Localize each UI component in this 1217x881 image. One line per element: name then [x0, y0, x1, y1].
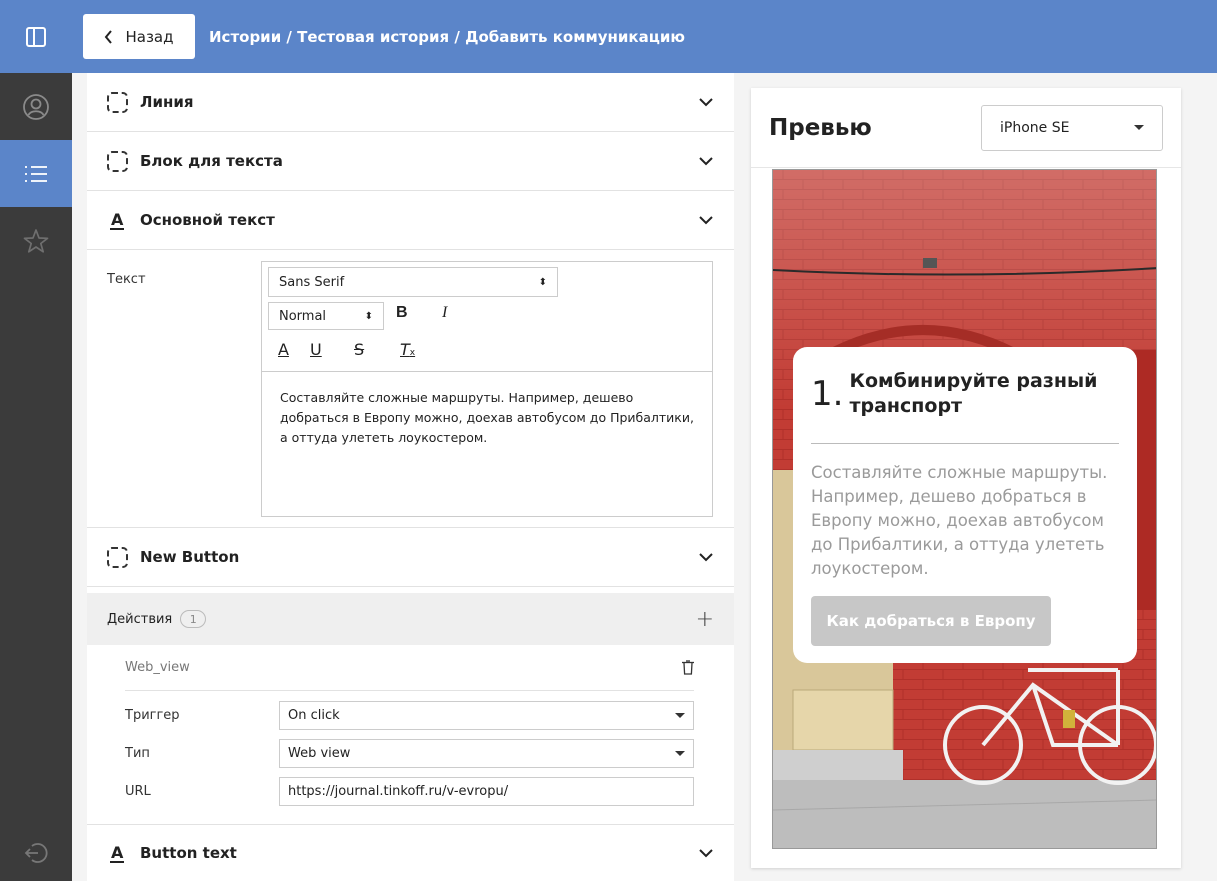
caret-down-icon	[675, 750, 685, 756]
section-label: Линия	[140, 93, 194, 111]
url-label: URL	[125, 783, 151, 799]
chevron-down-icon	[699, 98, 713, 107]
preview-header: Превью iPhone SE	[751, 88, 1181, 168]
trigger-value: On click	[288, 707, 340, 723]
section-new-button[interactable]: New Button	[87, 528, 734, 587]
panel-icon	[26, 26, 46, 47]
preview-panel: Превью iPhone SE 1. Комбинируйте разный …	[751, 88, 1181, 868]
section-label: New Button	[140, 548, 240, 566]
section-label: Основной текст	[140, 211, 275, 229]
chevron-left-icon	[105, 29, 113, 44]
rte-content[interactable]: Составляйте сложные маршруты. Например, …	[262, 372, 712, 464]
text-format-icon: A	[110, 210, 124, 230]
sidebar-item-profile[interactable]	[0, 73, 72, 140]
text-field-label: Текст	[107, 272, 146, 287]
type-label: Тип	[125, 745, 150, 761]
caret-down-icon	[1134, 125, 1144, 130]
dashed-block-icon	[107, 91, 128, 113]
preview-title: Превью	[769, 114, 872, 141]
trigger-label: Триггер	[125, 707, 180, 723]
section-main-text[interactable]: A Основной текст	[87, 191, 734, 250]
trigger-row: Триггер On click	[125, 696, 694, 734]
actions-count-badge: 1	[180, 610, 207, 628]
device-select-value: iPhone SE	[1000, 119, 1070, 136]
chevron-down-icon	[699, 553, 713, 562]
story-heading: Комбинируйте разный транспорт	[849, 370, 1098, 417]
updown-icon: ⬍	[364, 310, 373, 322]
italic-button[interactable]: I	[442, 304, 447, 322]
trigger-select[interactable]: On click	[279, 700, 694, 730]
story-number: 1.	[811, 374, 844, 414]
size-select[interactable]: Normal ⬍	[268, 302, 384, 330]
url-row: URL https://journal.tinkoff.ru/v-evropu/	[125, 772, 694, 810]
section-line[interactable]: Линия	[87, 73, 734, 132]
user-icon	[23, 93, 49, 120]
top-header: Назад Истории / Тестовая история / Добав…	[72, 0, 1217, 73]
add-action-button[interactable]: +	[696, 607, 714, 632]
svg-text:A: A	[111, 210, 124, 229]
sidebar-item-favorites[interactable]	[0, 207, 72, 274]
strike-button[interactable]: S	[354, 340, 364, 359]
updown-icon: ⬍	[538, 276, 547, 288]
font-select-value: Sans Serif	[279, 274, 345, 290]
logout-icon	[24, 843, 48, 863]
device-select[interactable]: iPhone SE	[981, 104, 1163, 151]
chevron-down-icon	[699, 157, 713, 166]
back-button[interactable]: Назад	[83, 14, 195, 59]
story-card: 1. Комбинируйте разный транспорт Составл…	[793, 347, 1137, 663]
type-select[interactable]: Web view	[279, 738, 694, 768]
story-body: Составляйте сложные маршруты. Например, …	[811, 463, 1108, 578]
underline-button[interactable]: U	[310, 340, 322, 359]
section-label: Button text	[140, 844, 237, 862]
dashed-block-icon	[107, 150, 128, 172]
chevron-down-icon	[699, 216, 713, 225]
star-icon	[23, 228, 49, 253]
clear-format-button[interactable]: Tx	[400, 340, 415, 359]
breadcrumb: Истории / Тестовая история / Добавить ко…	[209, 27, 685, 46]
type-row: Тип Web view	[125, 734, 694, 772]
type-value: Web view	[288, 745, 351, 761]
action-title-row: Web_view	[125, 645, 694, 691]
action-item: Web_view Триггер On click Тип Web view U…	[87, 645, 734, 825]
sidebar-toggle[interactable]	[0, 0, 72, 73]
logout-button[interactable]	[0, 825, 72, 881]
dashed-block-icon	[107, 546, 128, 568]
rte-toolbar: Sans Serif ⬍ Normal ⬍ B I A U S Tx	[262, 262, 712, 372]
trash-icon[interactable]	[682, 660, 694, 675]
actions-label: Действия	[107, 611, 173, 627]
section-label: Блок для текста	[140, 152, 283, 170]
sidebar	[0, 0, 72, 881]
text-field-row: Текст Sans Serif ⬍ Normal ⬍ B I A U S Tx…	[87, 250, 734, 528]
font-select[interactable]: Sans Serif ⬍	[268, 267, 558, 297]
rich-text-editor: Sans Serif ⬍ Normal ⬍ B I A U S Tx Соста…	[261, 261, 713, 517]
text-format-icon: A	[110, 843, 124, 863]
url-input[interactable]: https://journal.tinkoff.ru/v-evropu/	[279, 776, 694, 806]
bold-button[interactable]: B	[396, 304, 408, 322]
back-button-label: Назад	[125, 27, 174, 46]
phone-preview: 1. Комбинируйте разный транспорт Составл…	[772, 169, 1157, 849]
action-title: Web_view	[125, 660, 190, 675]
caret-down-icon	[675, 712, 685, 718]
size-select-value: Normal	[279, 308, 327, 324]
story-cta-button[interactable]: Как добраться в Европу	[811, 596, 1051, 646]
text-color-button[interactable]: A	[278, 340, 289, 359]
list-icon	[25, 165, 47, 182]
actions-bar: Действия 1 +	[87, 593, 734, 645]
section-button-text[interactable]: A Button text	[87, 825, 734, 881]
svg-text:A: A	[111, 843, 124, 862]
chevron-down-icon	[699, 849, 713, 858]
section-text-block[interactable]: Блок для текста	[87, 132, 734, 191]
sidebar-item-list[interactable]	[0, 140, 72, 207]
story-card-header: 1. Комбинируйте разный транспорт	[811, 369, 1119, 444]
editor-panel: Линия Блок для текста A Основной текст Т…	[87, 73, 734, 881]
